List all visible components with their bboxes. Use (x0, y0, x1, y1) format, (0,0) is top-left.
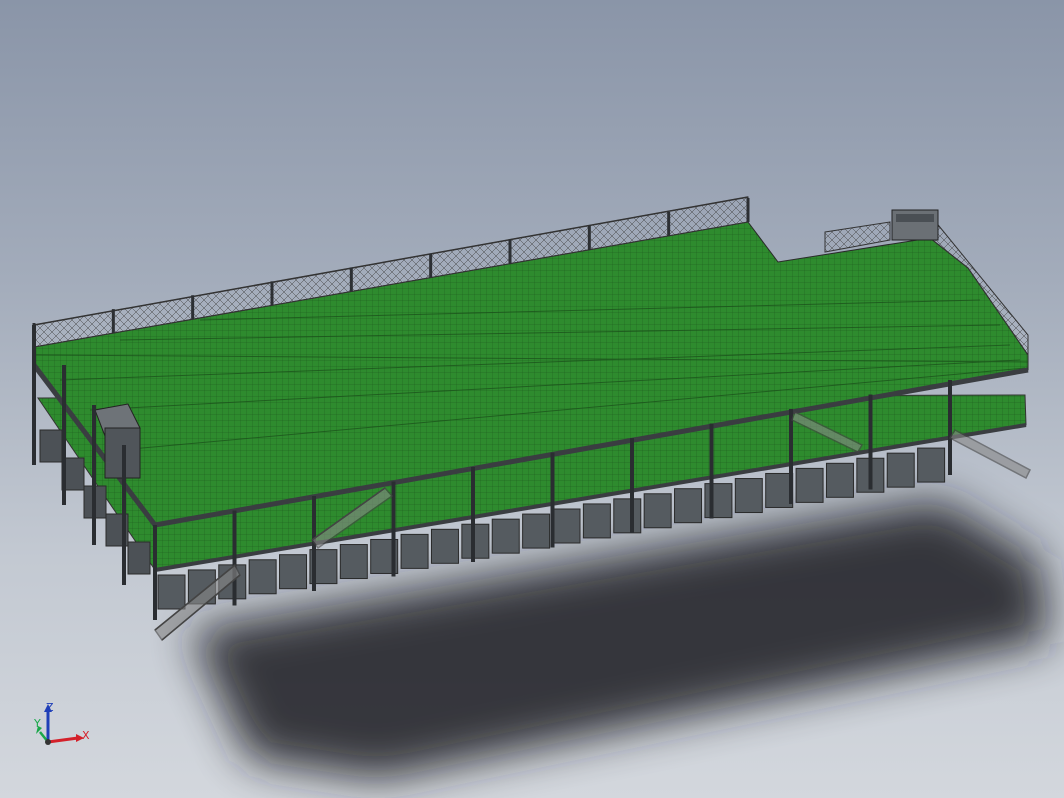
container-box (582, 503, 611, 539)
container-box (157, 574, 186, 610)
container-box (522, 513, 551, 549)
rooftop-equipment (891, 209, 939, 241)
container-box (674, 488, 703, 524)
container-box (400, 533, 429, 569)
container-box (339, 544, 368, 580)
container-box (765, 472, 794, 508)
container-box (39, 429, 63, 463)
triad-z-label: Z (46, 701, 54, 714)
container-box (704, 483, 733, 519)
container-box (491, 518, 520, 554)
container-box (886, 452, 915, 488)
container-box (552, 508, 581, 544)
container-box (430, 528, 459, 564)
container-box (917, 447, 946, 483)
container-box (795, 467, 824, 503)
platform-3d-model[interactable] (0, 0, 1064, 798)
container-box (613, 498, 642, 534)
container-box (279, 554, 308, 590)
3d-graphics-viewport[interactable]: Z X Y (0, 0, 1064, 798)
container-box (248, 559, 277, 595)
triad-y-label: Y (34, 717, 41, 730)
container-box (734, 478, 763, 514)
view-orientation-triad: Z X Y (30, 700, 100, 760)
container-box (127, 541, 151, 575)
triad-x-label: X (82, 729, 90, 742)
container-box (643, 493, 672, 529)
container-box (461, 523, 490, 559)
container-box (825, 462, 854, 498)
